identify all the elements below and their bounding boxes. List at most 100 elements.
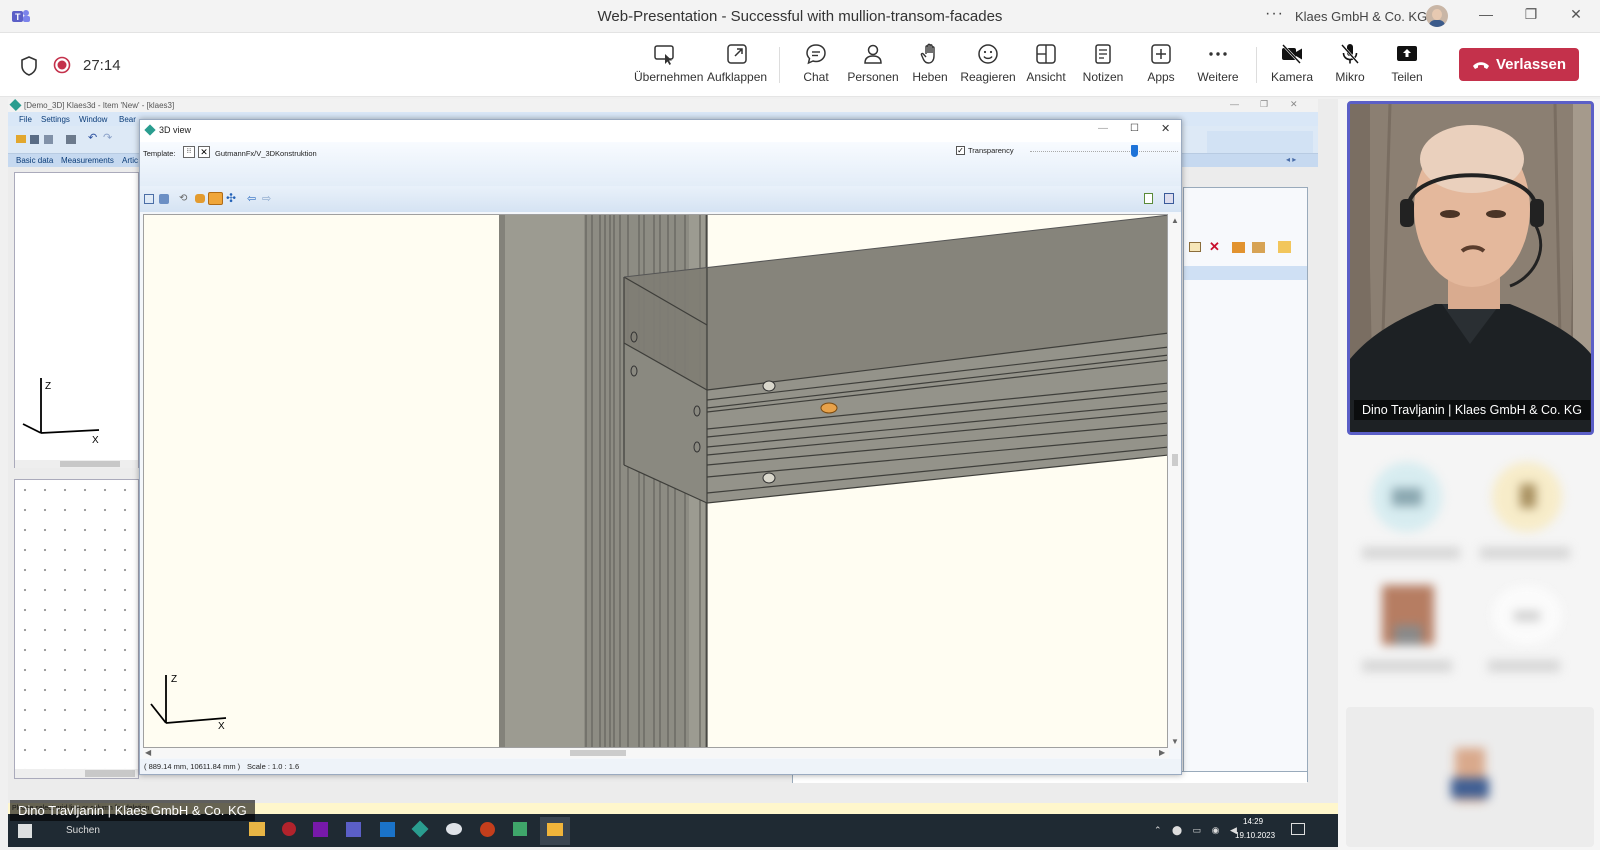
menu-file[interactable]: File	[19, 115, 32, 124]
move-icon[interactable]: ✣	[226, 191, 236, 205]
zoom-extents-icon[interactable]	[144, 194, 154, 204]
chat-button[interactable]: Chat	[786, 42, 846, 92]
taskbar-explorer-icon[interactable]	[249, 822, 265, 836]
pan-icon[interactable]	[195, 194, 205, 203]
apps-button[interactable]: Apps	[1131, 42, 1191, 92]
klaes-restore-icon[interactable]: ❐	[1260, 99, 1268, 110]
people-button[interactable]: Personen	[843, 42, 903, 92]
taskbar-teams-icon[interactable]	[346, 822, 361, 837]
menu-window[interactable]: Window	[79, 115, 107, 124]
transparency-checkbox[interactable]: ✓	[956, 146, 965, 155]
box-icon[interactable]	[1232, 242, 1245, 253]
more-button[interactable]: Weitere	[1188, 42, 1248, 92]
template-value[interactable]: GutmannFx/V_3DKonstruktion	[215, 149, 317, 158]
3d-view-title: 3D view	[159, 125, 192, 135]
camera-button[interactable]: Kamera	[1262, 42, 1322, 92]
minimize-icon[interactable]: —	[1471, 6, 1501, 26]
viewport-horizontal-scrollbar[interactable]: ◀ ▶	[143, 748, 1169, 758]
apps-label: Apps	[1147, 70, 1175, 84]
taskbar-outlook-icon[interactable]	[380, 822, 395, 837]
template-clear-icon[interactable]: ✕	[198, 146, 210, 158]
user-avatar[interactable]	[1426, 5, 1448, 27]
new-element-icon[interactable]	[1189, 242, 1201, 252]
view-button[interactable]: Ansicht	[1016, 42, 1076, 92]
3d-view-logo-icon	[144, 124, 156, 136]
print-preview-icon[interactable]	[1164, 193, 1174, 204]
participant-photo[interactable]	[1382, 585, 1434, 645]
tab-articles[interactable]: Artic	[122, 156, 138, 165]
take-control-button[interactable]: Übernehmen	[634, 42, 703, 92]
tray-icons[interactable]: ⌃ ⬤ ▭ ◉ ◀	[1154, 825, 1241, 836]
leave-button[interactable]: Verlassen	[1459, 48, 1579, 81]
taskbar-app-icon[interactable]	[282, 822, 296, 836]
3d-maximize-icon[interactable]: ☐	[1130, 123, 1139, 134]
restore-icon[interactable]: ❐	[1516, 6, 1546, 26]
participant-avatar[interactable]	[1492, 462, 1562, 532]
taskbar-chat-icon[interactable]	[446, 823, 462, 835]
taskbar-search-label[interactable]: Suchen	[66, 825, 100, 836]
save-icon[interactable]	[30, 135, 39, 144]
undo-icon[interactable]: ↶	[88, 131, 97, 144]
start-icon[interactable]	[18, 824, 32, 838]
taskbar-onenote-icon[interactable]	[313, 822, 328, 837]
save-all-icon[interactable]	[44, 135, 53, 144]
participant-name-blurred	[1362, 547, 1460, 559]
klaes-right-panel: ✕	[1183, 187, 1308, 782]
taskbar-powerpoint-icon[interactable]	[480, 822, 495, 837]
participant-avatar[interactable]	[1492, 585, 1562, 645]
raise-hand-button[interactable]: Heben	[900, 42, 960, 92]
menu-edit[interactable]: Bear	[119, 115, 136, 124]
share-button[interactable]: Teilen	[1377, 42, 1437, 92]
taskbar-3d-icon[interactable]	[547, 823, 563, 836]
clock-date[interactable]: 19.10.2023	[1235, 831, 1275, 840]
3d-close-icon[interactable]: ✕	[1161, 122, 1170, 135]
participant-name-blurred	[1480, 547, 1570, 559]
shield-icon[interactable]	[20, 56, 38, 81]
template-grid-icon[interactable]: ⁝⁝	[183, 146, 195, 158]
taskbar-klaes-alt-icon[interactable]	[513, 822, 527, 836]
klaes-scroll-arrows[interactable]: ◂ ▸	[1286, 155, 1296, 164]
participant-name-blurred	[1488, 660, 1560, 672]
redo-icon[interactable]: ↷	[103, 131, 112, 144]
notes-button[interactable]: Notizen	[1073, 42, 1133, 92]
main-participant-video[interactable]: Dino Travljanin | Klaes GmbH & Co. KG	[1347, 101, 1594, 435]
horizontal-scroll-thumb[interactable]	[570, 750, 626, 756]
menu-settings[interactable]: Settings	[41, 115, 70, 124]
forward-arrow-icon[interactable]: ⇨	[262, 192, 271, 205]
close-icon[interactable]: ✕	[1561, 6, 1591, 26]
klaes-close-icon[interactable]: ✕	[1290, 99, 1298, 110]
tab-basic-data[interactable]: Basic data	[16, 156, 53, 165]
render-icon[interactable]	[159, 194, 169, 204]
viewport-vertical-scrollbar[interactable]: ▲ ▼	[1169, 214, 1181, 748]
more-options-icon[interactable]: ···	[1265, 5, 1284, 23]
open-folder-icon[interactable]	[16, 135, 26, 143]
react-label: Reagieren	[960, 70, 1016, 84]
vertical-scroll-thumb[interactable]	[1172, 454, 1178, 466]
3d-viewport[interactable]: Z X	[143, 214, 1168, 748]
klaes-minimize-icon[interactable]: —	[1230, 99, 1239, 109]
3d-minimize-icon[interactable]: —	[1098, 123, 1108, 134]
people-icon	[843, 42, 903, 70]
clock-time[interactable]: 14:29	[1243, 817, 1263, 826]
organization-name[interactable]: Klaes GmbH & Co. KG	[1295, 9, 1427, 24]
pop-out-icon	[707, 42, 767, 70]
transparency-slider[interactable]	[1030, 151, 1178, 153]
taskbar-klaes-icon[interactable]	[411, 820, 429, 838]
grid-scrollbar[interactable]	[15, 769, 138, 778]
delete-element-icon[interactable]: ✕	[1209, 239, 1220, 255]
export-icon[interactable]	[1144, 193, 1153, 204]
box-alt-icon[interactable]	[1252, 242, 1265, 253]
participant-avatar[interactable]	[1372, 462, 1442, 532]
transparency-slider-thumb[interactable]	[1131, 145, 1138, 157]
mic-button[interactable]: Mikro	[1320, 42, 1380, 92]
orbit-icon-active[interactable]	[208, 192, 223, 205]
notification-icon[interactable]	[1291, 823, 1305, 835]
react-button[interactable]: Reagieren	[958, 42, 1018, 92]
print-icon[interactable]	[66, 135, 76, 144]
back-arrow-icon[interactable]: ⇦	[247, 192, 256, 205]
left-scrollbar[interactable]	[15, 460, 138, 468]
tab-measurements[interactable]: Measurements	[61, 156, 114, 165]
edit-icon[interactable]	[1278, 241, 1291, 253]
rotate-icon[interactable]: ⟲	[179, 193, 187, 204]
pop-out-button[interactable]: Aufklappen	[707, 42, 767, 92]
